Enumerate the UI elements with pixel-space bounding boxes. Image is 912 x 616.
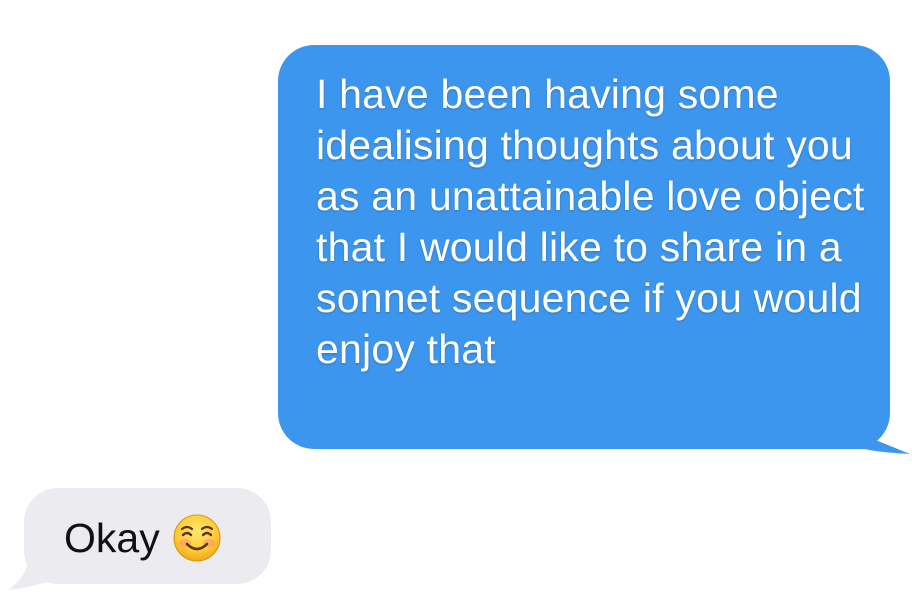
received-message-content: Okay [64, 513, 222, 563]
received-message-text: Okay [64, 515, 160, 561]
sent-bubble-tail [836, 424, 910, 454]
received-message-bubble[interactable]: Okay [24, 488, 271, 584]
message-thread: I have been having some idealising thoug… [0, 0, 912, 616]
received-bubble-tail [8, 562, 60, 590]
sent-message-text: I have been having some idealising thoug… [316, 71, 865, 372]
smiling-face-emoji-icon [173, 514, 221, 562]
sent-message-bubble[interactable]: I have been having some idealising thoug… [278, 45, 890, 449]
